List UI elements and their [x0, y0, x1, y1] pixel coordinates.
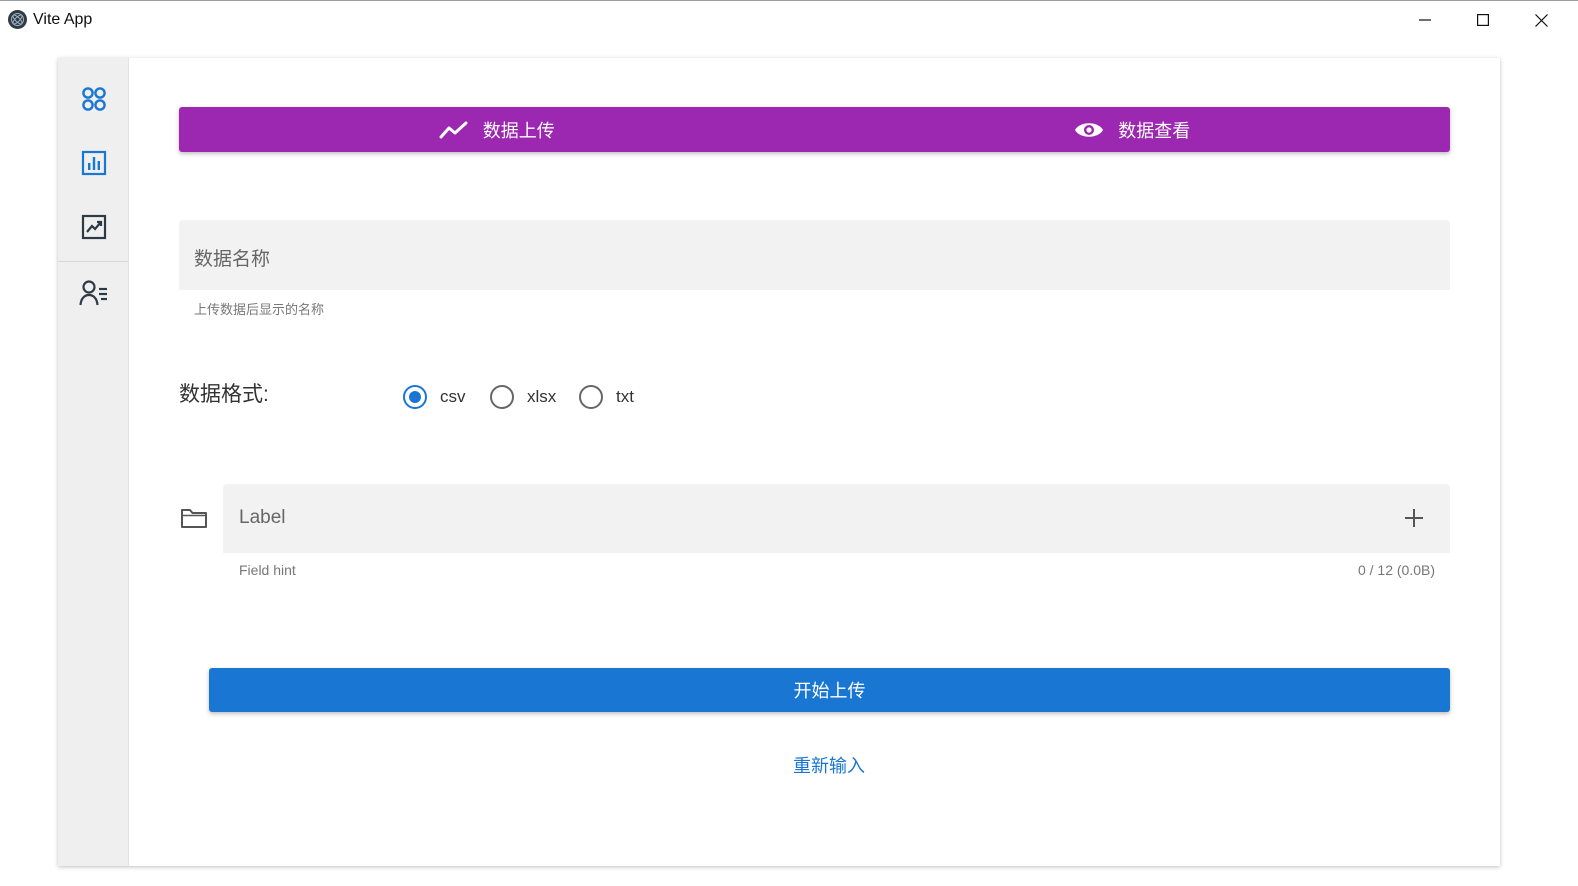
window-title: Vite App	[33, 11, 93, 28]
rail-item-apps[interactable]	[58, 67, 129, 131]
tab-label: 数据上传	[482, 120, 555, 141]
data-name-label: 数据名称	[194, 249, 271, 270]
format-radio-csv[interactable]: csv	[403, 385, 466, 409]
data-name-hint: 上传数据后显示的名称	[194, 302, 325, 317]
radio-label: csv	[440, 387, 466, 406]
tab-data-upload[interactable]: 数据上传	[179, 107, 815, 152]
app-card: 数据上传 数据查看 数据名称 上传数据后显示的名称 数据格式: csv xlsx…	[58, 58, 1500, 866]
trending-up-icon	[439, 120, 469, 140]
data-name-input[interactable]: 数据名称	[179, 220, 1450, 290]
minimize-button[interactable]	[1396, 1, 1454, 39]
tab-label: 数据查看	[1118, 120, 1191, 141]
file-input-hint: Field hint	[239, 562, 296, 578]
file-counter: 0 / 12 (0.0B)	[1357, 562, 1435, 578]
user-list-icon	[78, 280, 107, 306]
folder-icon[interactable]	[180, 506, 208, 535]
tabs-bar: 数据上传 数据查看	[179, 107, 1450, 152]
rail-item-bar-chart[interactable]	[58, 131, 129, 195]
radio-label: xlsx	[527, 387, 557, 406]
minimize-icon	[1419, 19, 1431, 21]
file-input[interactable]: Label	[223, 484, 1450, 553]
rail-item-users[interactable]	[58, 261, 129, 325]
maximize-icon	[1477, 14, 1489, 26]
bar-chart-icon	[81, 150, 106, 176]
format-radio-txt[interactable]: txt	[579, 385, 634, 409]
trending-chart-icon	[81, 214, 106, 240]
apps-grid-icon	[81, 87, 106, 111]
eye-icon	[1074, 120, 1104, 140]
radio-unchecked-icon	[490, 385, 514, 409]
maximize-button[interactable]	[1454, 1, 1512, 39]
radio-checked-icon	[403, 385, 427, 409]
app-logo-icon	[8, 10, 27, 29]
rail-item-trend-chart[interactable]	[58, 195, 129, 259]
plus-icon[interactable]	[1402, 506, 1426, 530]
close-button[interactable]	[1512, 1, 1570, 39]
start-upload-button[interactable]: 开始上传	[209, 668, 1450, 712]
close-icon	[1534, 13, 1548, 27]
tab-data-view[interactable]: 数据查看	[815, 107, 1451, 152]
reset-input-button[interactable]: 重新输入	[738, 748, 920, 782]
navigation-rail	[58, 58, 129, 866]
window-titlebar: Vite App	[0, 0, 1578, 38]
radio-label: txt	[616, 387, 634, 406]
format-radio-xlsx[interactable]: xlsx	[490, 385, 556, 409]
file-input-label: Label	[239, 507, 286, 528]
data-format-label: 数据格式:	[179, 383, 269, 406]
radio-unchecked-icon	[579, 385, 603, 409]
